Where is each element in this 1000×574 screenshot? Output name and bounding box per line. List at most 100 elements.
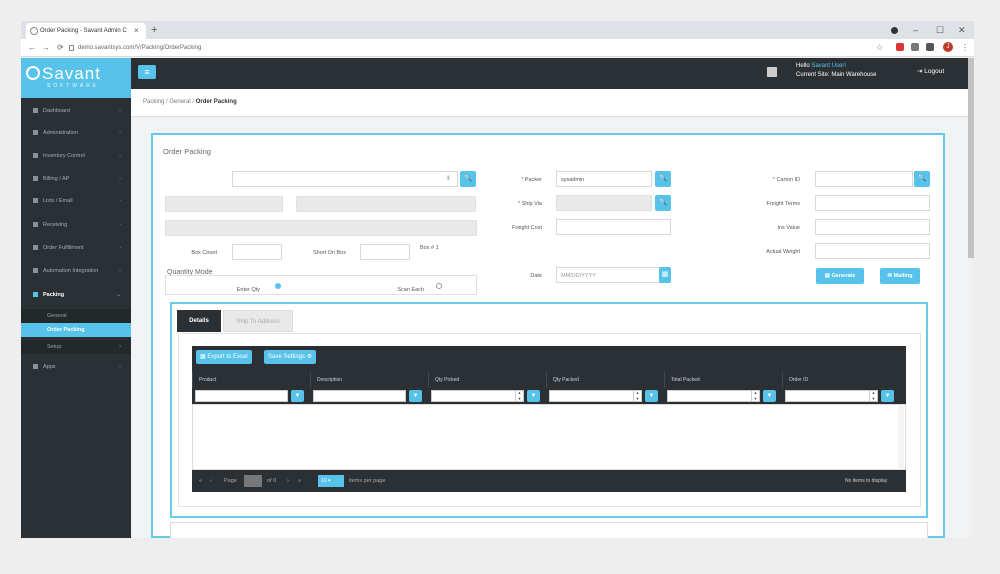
column-header-product[interactable]: Product bbox=[192, 372, 310, 388]
filter-product-input[interactable] bbox=[195, 390, 288, 402]
profile-avatar[interactable]: J bbox=[943, 42, 953, 52]
reload-icon[interactable]: ⟳ bbox=[57, 42, 64, 54]
filter-icon[interactable]: ▼ bbox=[645, 390, 658, 402]
filter-qty-picked-input[interactable] bbox=[431, 390, 524, 402]
carton-id-label: * Carton ID bbox=[772, 177, 800, 183]
filter-order-id-input[interactable] bbox=[785, 390, 878, 402]
filter-icon[interactable]: ▼ bbox=[527, 390, 540, 402]
sidebar-item-automation[interactable]: Automation Integration › bbox=[21, 260, 131, 282]
filter-total-packed-input[interactable] bbox=[667, 390, 760, 402]
maximize-button[interactable]: ☐ bbox=[936, 22, 944, 38]
packer-input[interactable]: sysadmin bbox=[556, 171, 652, 187]
filter-icon[interactable]: ▼ bbox=[409, 390, 422, 402]
order-search-button[interactable]: 🔍 bbox=[460, 171, 476, 187]
breadcrumb-packing[interactable]: Packing bbox=[143, 99, 164, 105]
column-header-qty-picked[interactable]: Qty Picked bbox=[428, 372, 546, 388]
last-page-icon[interactable]: » bbox=[298, 476, 301, 486]
filter-description-input[interactable] bbox=[313, 390, 406, 402]
scan-each-radio[interactable] bbox=[436, 283, 442, 289]
ins-value-input[interactable] bbox=[815, 219, 930, 235]
chevron-right-icon: › bbox=[119, 108, 121, 114]
next-page-icon[interactable]: › bbox=[287, 476, 289, 486]
filter-icon[interactable]: ▼ bbox=[763, 390, 776, 402]
breadcrumb-general[interactable]: General bbox=[169, 99, 190, 105]
mailing-button[interactable]: ✉ Mailing bbox=[880, 268, 920, 284]
filter-icon[interactable]: ▼ bbox=[881, 390, 894, 402]
carton-id-input[interactable] bbox=[815, 171, 913, 187]
back-icon[interactable]: ← bbox=[28, 42, 36, 54]
barcode-icon: ⦀ bbox=[447, 176, 450, 182]
sidebar-item-lists[interactable]: Lists / Email › bbox=[21, 190, 131, 212]
box-count-input[interactable] bbox=[232, 244, 282, 260]
page-scrollbar-thumb[interactable] bbox=[968, 58, 974, 258]
chevron-down-icon: ⌄ bbox=[116, 292, 121, 298]
first-page-icon[interactable]: « bbox=[199, 476, 202, 486]
freight-terms-input[interactable] bbox=[815, 195, 930, 211]
logout-button[interactable]: ⇥ Logout bbox=[917, 67, 944, 77]
spinner-arrows[interactable]: ▲ ▼ bbox=[515, 390, 523, 402]
sidebar-subitem-order-packing[interactable]: Order Packing bbox=[21, 323, 131, 337]
sidebar-item-packing[interactable]: Packing ⌄ bbox=[21, 284, 131, 306]
page-number-input[interactable] bbox=[244, 475, 262, 487]
forward-icon[interactable]: → bbox=[42, 42, 50, 54]
export-excel-button[interactable]: ▦ Export to Excel bbox=[196, 350, 252, 364]
bookmark-star-icon[interactable]: ☆ bbox=[876, 42, 883, 54]
sidebar-item-administration[interactable]: Administration › bbox=[21, 122, 131, 144]
browser-menu-icon[interactable]: ⋮ bbox=[961, 42, 969, 54]
save-settings-button[interactable]: Save Settings ⚙ bbox=[264, 350, 317, 364]
spinner-arrows[interactable]: ▲ ▼ bbox=[751, 390, 759, 402]
spinner-arrows[interactable]: ▲ ▼ bbox=[633, 390, 641, 402]
close-window-button[interactable]: ✕ bbox=[958, 22, 966, 38]
sidebar-item-fulfillment[interactable]: Order Fulfillment › bbox=[21, 237, 131, 259]
short-on-box-input[interactable] bbox=[360, 244, 410, 260]
extension-red-icon[interactable] bbox=[896, 43, 904, 51]
column-header-total-packed[interactable]: Total Packed bbox=[664, 372, 782, 388]
filter-qty-packed-input[interactable] bbox=[549, 390, 642, 402]
address-field bbox=[165, 220, 477, 236]
minimize-button[interactable]: – bbox=[913, 22, 918, 38]
url-input[interactable]: demo.savantsys.com/V/Packing/OrderPackin… bbox=[78, 42, 201, 54]
browser-tab[interactable]: Order Packing - Savant Admin C bbox=[26, 23, 146, 39]
ship-via-search-button[interactable]: 🔍 bbox=[655, 195, 671, 211]
list-icon bbox=[33, 198, 38, 204]
filter-icon[interactable]: ▼ bbox=[291, 390, 304, 402]
tab-ship-to-address[interactable]: Ship To Address bbox=[223, 310, 293, 332]
tab-details[interactable]: Details bbox=[177, 310, 221, 332]
extension-gray-icon[interactable] bbox=[911, 43, 919, 51]
generate-button[interactable]: ▤ Generate bbox=[816, 268, 864, 284]
grid-scrollbar[interactable] bbox=[898, 406, 904, 468]
chevron-down-icon: ▾ bbox=[326, 478, 331, 484]
actual-weight-input[interactable] bbox=[815, 243, 930, 259]
sidebar-item-inventory[interactable]: Inventory Control › bbox=[21, 145, 131, 167]
tab-title: Order Packing - Savant Admin C bbox=[40, 28, 127, 34]
sidebar-subitem-general[interactable]: General bbox=[21, 309, 131, 323]
order-search-input[interactable] bbox=[232, 171, 458, 187]
packer-search-button[interactable]: 🔍 bbox=[655, 171, 671, 187]
date-input[interactable]: MM/DD/YYYY bbox=[556, 267, 660, 283]
user-name[interactable]: Savant User! bbox=[811, 63, 846, 69]
new-tab-button[interactable]: + bbox=[151, 22, 157, 38]
sidebar-item-receiving[interactable]: Receiving › bbox=[21, 214, 131, 236]
sidebar-subitem-setup[interactable]: Setup › bbox=[21, 340, 131, 354]
menu-toggle-button[interactable]: ≡ bbox=[138, 65, 156, 79]
breadcrumb-bar bbox=[131, 89, 968, 117]
enter-qty-radio[interactable] bbox=[275, 283, 281, 289]
prev-page-icon[interactable]: ‹ bbox=[210, 476, 212, 486]
freight-cost-label: Freight Cost bbox=[512, 225, 542, 231]
calendar-icon[interactable]: ▦ bbox=[659, 267, 671, 283]
sidebar-item-dashboard[interactable]: Dashboard › bbox=[21, 100, 131, 122]
tab-close-icon[interactable]: × bbox=[134, 23, 139, 39]
actual-weight-label: Actual Weight bbox=[766, 249, 800, 255]
puzzle-icon[interactable] bbox=[926, 43, 934, 51]
page-size-select[interactable]: 10 ▾ bbox=[318, 475, 344, 487]
favicon-icon bbox=[30, 27, 38, 35]
carton-search-button[interactable]: 🔍 bbox=[914, 171, 930, 187]
spinner-arrows[interactable]: ▲ ▼ bbox=[869, 390, 877, 402]
column-header-description[interactable]: Description bbox=[310, 372, 428, 388]
sidebar-item-apps[interactable]: Apps › bbox=[21, 356, 131, 378]
sidebar-item-billing[interactable]: Billing / AP › bbox=[21, 168, 131, 190]
column-header-order-id[interactable]: Order ID bbox=[782, 372, 906, 388]
user-icon[interactable] bbox=[767, 67, 777, 77]
column-header-qty-packed[interactable]: Qty Packed bbox=[546, 372, 664, 388]
freight-cost-input[interactable] bbox=[556, 219, 671, 235]
